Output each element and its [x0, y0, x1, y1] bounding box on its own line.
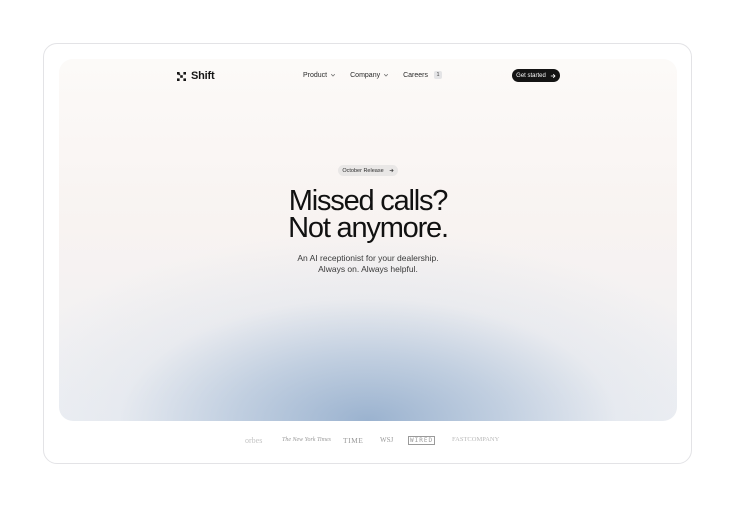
- arrow-right-icon: [550, 73, 556, 78]
- careers-count-badge: 1: [434, 71, 442, 79]
- brand-name: Shift: [191, 70, 215, 82]
- release-pill[interactable]: October Release: [338, 165, 398, 176]
- release-pill-label: October Release: [342, 167, 384, 174]
- brand-logo[interactable]: Shift: [177, 70, 215, 82]
- nav-item-label: Company: [350, 71, 381, 79]
- subheadline-line-1: An AI receptionist for your dealership.: [297, 253, 439, 263]
- chevron-down-icon: [331, 73, 336, 77]
- press-logo-time: TIME: [343, 436, 364, 445]
- press-logo-fastcompany: FASTCOMPANY: [452, 436, 500, 443]
- arrow-right-icon: [389, 168, 394, 173]
- subheadline-line-2: Always on. Always helpful.: [318, 264, 418, 274]
- main-nav: Product Company Careers 1: [303, 71, 442, 79]
- nav-item-product[interactable]: Product: [303, 72, 336, 79]
- get-started-button[interactable]: Get started: [512, 69, 560, 82]
- headline-line-1: Missed calls?: [288, 185, 449, 217]
- hero-section: Shift Product Company Careers 1 Get star…: [59, 59, 677, 421]
- headline-line-2: Not anymore.: [288, 212, 449, 244]
- press-logo-forbes: orbes: [245, 436, 263, 445]
- nav-item-careers[interactable]: Careers 1: [403, 71, 442, 79]
- nav-item-label: Careers: [403, 71, 428, 79]
- chevron-down-icon: [384, 73, 389, 77]
- press-logo-nyt: The New York Times: [282, 437, 331, 443]
- nav-item-label: Product: [303, 71, 328, 79]
- press-logo-wired: WIRED: [408, 436, 436, 445]
- cta-label: Get started: [516, 72, 546, 79]
- grid-diamond-icon: [177, 71, 186, 81]
- press-logos-row: orbes The New York Times TIME WSJ WIRED …: [0, 436, 735, 446]
- press-logo-wsj: WSJ: [380, 436, 394, 444]
- nav-item-company[interactable]: Company: [350, 72, 389, 79]
